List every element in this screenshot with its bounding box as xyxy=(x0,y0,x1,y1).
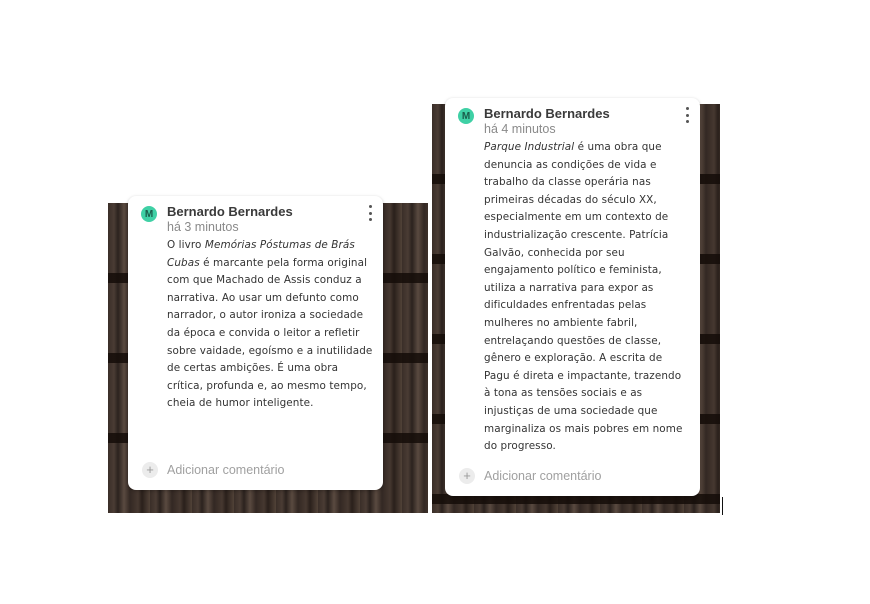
text-cursor xyxy=(722,497,723,515)
book-title: Parque Industrial xyxy=(484,141,575,153)
comment-card: M Bernardo Bernardes há 4 minutos Parque… xyxy=(445,98,700,496)
add-comment-label: Adicionar comentário xyxy=(484,469,602,483)
more-options-icon[interactable] xyxy=(367,205,373,221)
post-text: Parque Industrial é uma obra que denunci… xyxy=(484,139,690,456)
avatar[interactable]: M xyxy=(141,206,157,222)
avatar[interactable]: M xyxy=(458,108,474,124)
post-text-post: é uma obra que denuncia as condições de … xyxy=(484,141,683,453)
author-name[interactable]: Bernardo Bernardes xyxy=(167,204,293,219)
post-time: há 3 minutos xyxy=(167,220,239,234)
add-comment-button[interactable]: + Adicionar comentário xyxy=(142,462,284,478)
add-comment-button[interactable]: + Adicionar comentário xyxy=(459,468,601,484)
plus-icon: + xyxy=(142,462,158,478)
post-text-post: é marcante pela forma original com que M… xyxy=(167,256,373,410)
post-text: O livro Memórias Póstumas de Brás Cubas … xyxy=(167,237,373,413)
add-comment-label: Adicionar comentário xyxy=(167,463,285,477)
more-options-icon[interactable] xyxy=(684,107,690,123)
plus-icon: + xyxy=(459,468,475,484)
author-name[interactable]: Bernardo Bernardes xyxy=(484,106,610,121)
comment-card: M Bernardo Bernardes há 3 minutos O livr… xyxy=(128,196,383,490)
post-text-pre: O livro xyxy=(167,239,205,251)
post-time: há 4 minutos xyxy=(484,122,556,136)
